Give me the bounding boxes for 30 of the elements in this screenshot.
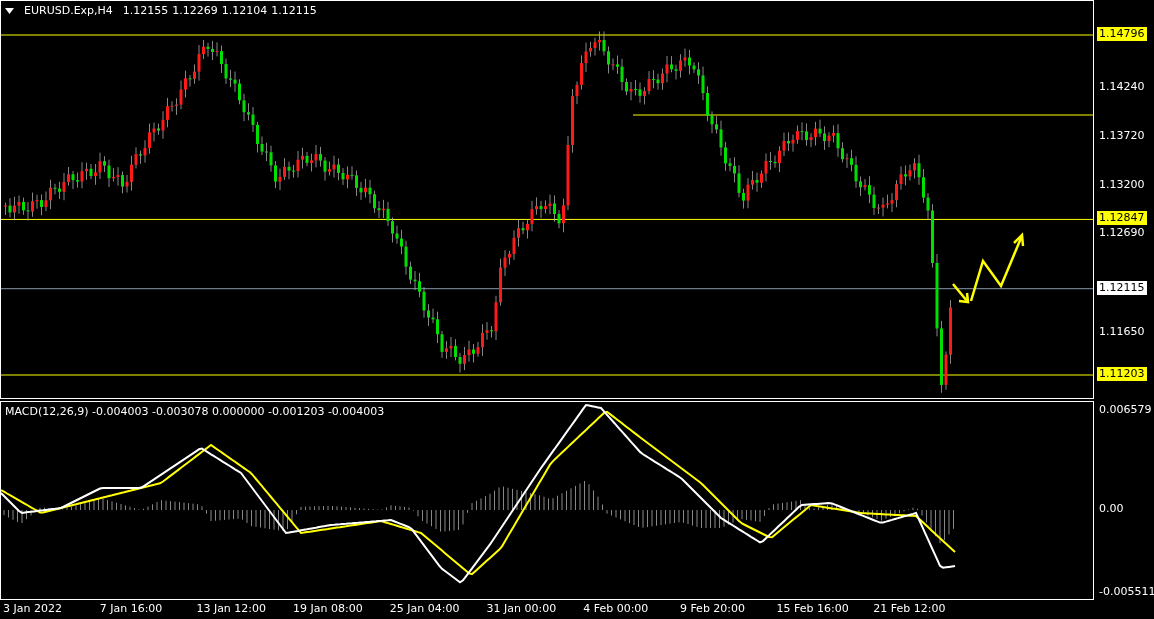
price-label: 1.14240 <box>1098 79 1146 94</box>
time-label: 13 Jan 12:00 <box>196 602 267 615</box>
time-label: 21 Feb 12:00 <box>873 602 946 615</box>
time-label: 7 Jan 16:00 <box>99 602 163 615</box>
macd-scale-label: -0.005511 <box>1098 585 1154 599</box>
level-line[interactable] <box>1 218 1093 220</box>
quote-value: 1.12269 <box>172 4 218 17</box>
time-label: 31 Jan 00:00 <box>486 602 557 615</box>
price-label: 1.13720 <box>1098 128 1146 143</box>
quote-value: 1.12155 <box>122 4 169 17</box>
symbol-label: EURUSD.Exp,H4 <box>24 4 113 17</box>
price-label: 1.14796 <box>1097 27 1147 41</box>
time-label: 19 Jan 08:00 <box>293 602 363 615</box>
time-label: 25 Jan 04:00 <box>389 602 460 615</box>
price-label: 1.11650 <box>1098 324 1146 339</box>
time-label: 4 Feb 00:00 <box>583 602 649 615</box>
quote-value: 1.12115 <box>271 4 317 17</box>
price-label: 1.12115 <box>1097 280 1147 295</box>
price-label: 1.13200 <box>1098 178 1146 192</box>
time-label: 3 Jan 2022 <box>3 602 62 615</box>
time-label: 9 Feb 20:00 <box>679 602 746 615</box>
price-label: 1.12847 <box>1097 211 1147 226</box>
dropdown-icon[interactable] <box>5 7 14 14</box>
macd-scale-label: 0.006579 <box>1098 403 1153 417</box>
macd-scale-label: 0.00 <box>1098 502 1125 517</box>
price-label: 1.12690 <box>1098 226 1146 241</box>
quote-value: 1.12104 <box>221 4 268 17</box>
time-label: 15 Feb 16:00 <box>776 602 849 615</box>
indicator-label: MACD(12,26,9) -0.004003 -0.003078 0.000000 -0.001203 -0.004003 <box>5 405 385 418</box>
price-label: 1.11203 <box>1097 367 1147 381</box>
